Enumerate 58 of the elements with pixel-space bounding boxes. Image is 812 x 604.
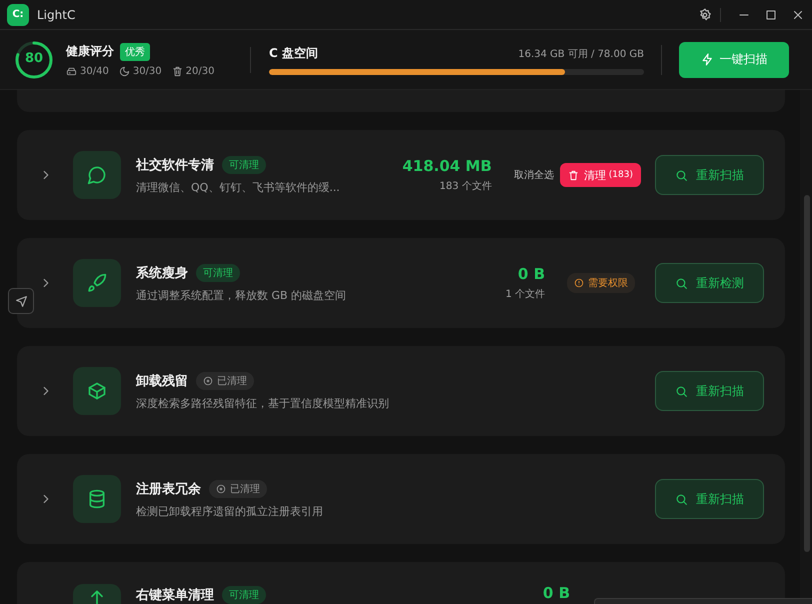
alert-circle-icon xyxy=(574,278,584,288)
card-description: 检测已卸载程序遗留的孤立注册表引用 xyxy=(136,504,324,518)
paper-plane-icon xyxy=(14,294,28,308)
file-count: 1 个文件 xyxy=(505,288,545,301)
card-title: 右键菜单清理 xyxy=(136,587,214,604)
health-score: 80 xyxy=(24,50,44,66)
close-icon[interactable] xyxy=(792,8,804,20)
rocket-icon xyxy=(87,273,107,293)
search-icon xyxy=(675,492,688,506)
card-description: 清理微信、QQ、钉钉、飞书等软件的缓... xyxy=(136,180,341,194)
status-badge: 已清理 xyxy=(209,480,267,498)
check-circle-icon xyxy=(203,376,213,386)
card-description: 通过调整系统配置，释放数 GB 的磁盘空间 xyxy=(136,288,348,302)
search-icon xyxy=(675,168,688,182)
stat-value: 20/30 xyxy=(186,66,214,76)
cube-icon xyxy=(87,381,107,401)
deselect-link[interactable]: 取消全选 xyxy=(514,168,554,182)
search-icon xyxy=(675,276,688,290)
health-title: 健康评分 xyxy=(66,43,114,60)
size-value: 0 B xyxy=(542,584,570,602)
clean-button[interactable]: 清理 (183) xyxy=(560,163,641,187)
moon-icon xyxy=(118,66,130,76)
lightning-icon xyxy=(700,53,714,66)
rescan-button[interactable]: 重新扫描 xyxy=(655,155,764,195)
drive-icon xyxy=(66,66,77,76)
card-title: 卸载残留 xyxy=(136,372,188,390)
file-count: 183 个文件 xyxy=(438,180,492,193)
scrollbar-thumb[interactable] xyxy=(804,195,810,552)
stat-value: 30/40 xyxy=(80,66,109,76)
size-value: 0 B xyxy=(516,265,545,283)
status-badge: 可清理 xyxy=(222,156,266,174)
rescan-button[interactable]: 重新扫描 xyxy=(655,479,764,519)
grade-badge: 优秀 xyxy=(120,42,150,60)
card-title: 注册表冗余 xyxy=(136,480,201,498)
navigation-button[interactable] xyxy=(8,288,34,314)
status-badge: 已清理 xyxy=(196,372,254,390)
trash-icon xyxy=(568,170,579,180)
disk-usage: 16.34 GB 可用 / 78.00 GB xyxy=(518,48,644,60)
disk-title: C 盘空间 xyxy=(269,44,318,62)
maximize-icon[interactable] xyxy=(765,8,777,20)
card-title: 系统瘦身 xyxy=(136,264,188,282)
rescan-button[interactable]: 重新扫描 xyxy=(655,371,764,411)
check-circle-icon xyxy=(216,484,226,494)
card-description: 深度检索多路径残留特征，基于置信度模型精准识别 xyxy=(136,396,390,410)
settings-icon[interactable] xyxy=(698,8,712,22)
app-logo: C: xyxy=(7,4,29,26)
rescan-button[interactable]: 重新检测 xyxy=(655,263,764,303)
window-title: LightC xyxy=(37,8,76,22)
search-icon xyxy=(675,384,688,398)
card-title: 社交软件专清 xyxy=(136,156,214,174)
status-badge: 可清理 xyxy=(222,586,266,604)
permission-badge: 需要权限 xyxy=(567,273,635,293)
trash-icon xyxy=(172,66,183,76)
status-badge: 可清理 xyxy=(196,264,240,282)
chat-bubble-icon xyxy=(87,165,107,185)
stat-value: 30/30 xyxy=(132,66,162,76)
database-icon xyxy=(87,489,107,509)
size-value: 418.04 MB xyxy=(402,157,492,175)
